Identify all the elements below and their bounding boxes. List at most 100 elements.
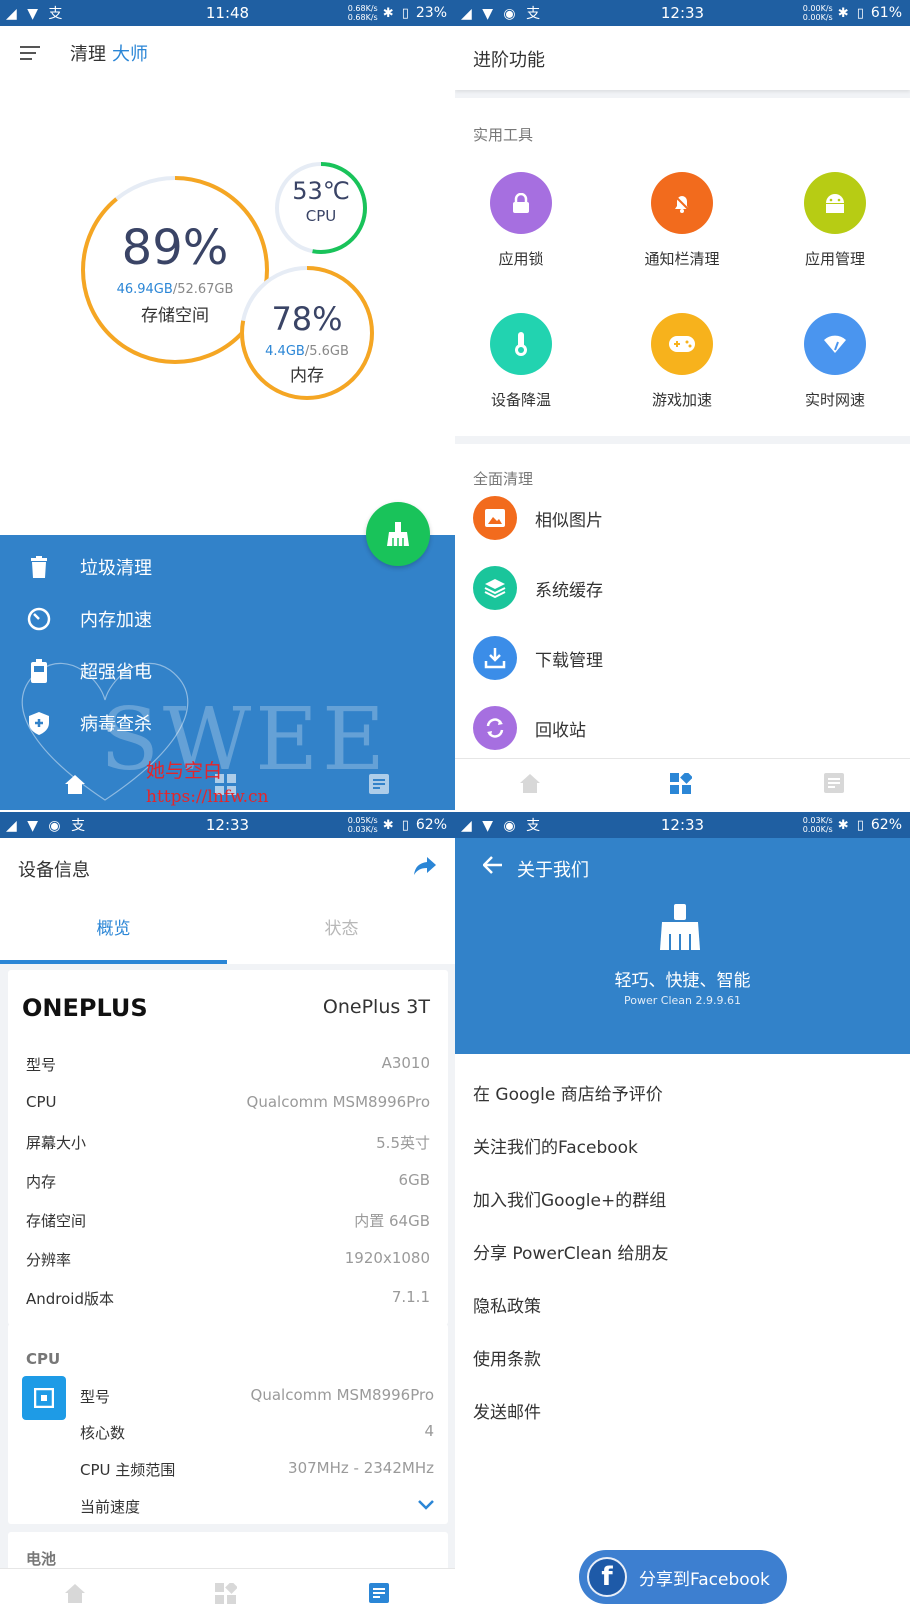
- app-title-accent: 大师: [112, 44, 148, 65]
- grid-icon[interactable]: [215, 1581, 238, 1609]
- status-bar: ◢ ▼ ◉ 支 12:33 0.03K/s 0.00K/s ✱ ▯ 62%: [455, 812, 910, 838]
- tool-game-boost[interactable]: 游戏加速: [607, 313, 757, 410]
- current-speed-row[interactable]: 当前速度: [80, 1496, 434, 1517]
- link-join-google-plus[interactable]: 加入我们Google+的群组: [473, 1186, 666, 1211]
- tool-notification-clean[interactable]: 通知栏清理: [607, 172, 757, 269]
- share-button-label: 分享到Facebook: [639, 1569, 770, 1590]
- clean-recycle-bin[interactable]: 回收站: [473, 706, 586, 750]
- app-version: Power Clean 2.9.9.61: [624, 994, 741, 1007]
- home-icon[interactable]: [64, 1583, 86, 1607]
- battery-card: 电池: [8, 1532, 448, 1572]
- share-icon[interactable]: [413, 856, 437, 880]
- menu-item-label: 垃圾清理: [80, 558, 152, 579]
- storage-gauge[interactable]: 89% 46.94GB/52.67GB 存储空间: [95, 220, 255, 326]
- about-header: 关于我们 轻巧、快捷、智能 Power Clean 2.9.9.61: [455, 838, 910, 1054]
- bottom-nav: [0, 1568, 455, 1620]
- tool-device-cooling[interactable]: 设备降温: [455, 313, 596, 410]
- grid-icon[interactable]: [670, 771, 693, 799]
- menu-item-label: 病毒查杀: [80, 714, 152, 735]
- menu-item-memory-boost[interactable]: 内存加速: [24, 604, 152, 634]
- spec-row: 分辨率 1920x1080: [26, 1249, 430, 1269]
- clean-item-label: 相似图片: [535, 510, 603, 531]
- broom-logo-icon: [658, 904, 702, 956]
- bottom-nav: [455, 758, 910, 810]
- network-speed: 0.68K/s 0.68K/s: [347, 4, 378, 22]
- storage-used: 46.94GB: [116, 282, 173, 297]
- page-title: 关于我们: [517, 860, 589, 881]
- tab-overview[interactable]: 概览: [0, 914, 227, 939]
- storage-total: /52.67GB: [172, 282, 234, 297]
- menu-item-label: 超强省电: [80, 662, 152, 683]
- tool-label: 通知栏清理: [644, 250, 720, 268]
- tool-label: 设备降温: [490, 391, 551, 409]
- menu-item-junk-clean[interactable]: 垃圾清理: [24, 552, 152, 582]
- memory-label: 内存: [290, 366, 324, 386]
- spec-row: 存储空间 内置 64GB: [26, 1212, 430, 1230]
- article-icon[interactable]: [824, 773, 844, 797]
- network-speed: 0.05K/s 0.03K/s: [347, 816, 378, 834]
- clean-section: 全面清理 相似图片 系统缓存 下载管理 回收站: [455, 444, 910, 760]
- menu-item-power-save[interactable]: 超强省电: [24, 656, 152, 686]
- android-icon: [804, 172, 866, 234]
- article-icon[interactable]: [369, 1583, 389, 1607]
- usage-gauges: 89% 46.94GB/52.67GB 存储空间 53℃ CPU 78% 4.4…: [0, 150, 455, 420]
- clean-fab-button[interactable]: [366, 502, 430, 566]
- menu-item-label: 内存加速: [80, 610, 152, 631]
- download-icon: [473, 636, 517, 680]
- tool-label: 实时网速: [804, 391, 865, 409]
- panel-home: ◢ ▼ 支 11:48 0.68K/s 0.68K/s ✱ ▯ 23% 清理 大师…: [0, 0, 455, 810]
- cpu-label: CPU: [305, 207, 337, 225]
- bluetooth-vibrate-icons: ✱ ▯: [382, 817, 411, 833]
- app-slogan: 轻巧、快捷、智能: [614, 971, 751, 991]
- app-title: 清理: [70, 44, 106, 65]
- spec-row: 内存 6GB: [26, 1171, 430, 1191]
- memory-gauge[interactable]: 78% 4.4GB/5.6GB 内存: [252, 300, 362, 386]
- memory-percent: 78%: [271, 300, 343, 338]
- back-arrow-icon[interactable]: [482, 856, 503, 878]
- memory-used: 4.4GB: [265, 344, 305, 359]
- chip-icon: [22, 1376, 66, 1420]
- clean-system-cache[interactable]: 系统缓存: [473, 566, 603, 610]
- clean-item-label: 系统缓存: [535, 580, 603, 601]
- cpu-gauge[interactable]: 53℃ CPU: [281, 177, 361, 225]
- menu-item-antivirus[interactable]: 病毒查杀: [24, 708, 152, 738]
- tab-status[interactable]: 状态: [228, 914, 455, 939]
- chevron-down-icon[interactable]: [418, 1496, 434, 1517]
- page-header: 设备信息 概览 状态: [0, 838, 455, 964]
- spec-row: 型号 A3010: [26, 1054, 430, 1074]
- device-brand: ONEPLUS: [22, 994, 148, 1022]
- battery-level: 61%: [870, 5, 902, 21]
- home-icon[interactable]: [519, 773, 541, 797]
- clean-similar-photos[interactable]: 相似图片: [473, 496, 603, 540]
- tool-network-speed[interactable]: 实时网速: [760, 313, 910, 410]
- section-title: 全面清理: [473, 470, 534, 488]
- battery-level: 23%: [415, 5, 447, 21]
- link-share-app[interactable]: 分享 PowerClean 给朋友: [473, 1239, 668, 1264]
- article-icon[interactable]: [369, 774, 389, 798]
- link-follow-facebook[interactable]: 关注我们的Facebook: [473, 1133, 638, 1158]
- facebook-icon: f: [587, 1557, 627, 1597]
- photo-icon: [473, 496, 517, 540]
- storage-label: 存储空间: [141, 306, 209, 326]
- cpu-spec-row: 型号 Qualcomm MSM8996Pro: [80, 1386, 434, 1406]
- share-facebook-button[interactable]: f 分享到Facebook: [579, 1550, 787, 1604]
- link-rate-google-play[interactable]: 在 Google 商店给予评价: [473, 1080, 663, 1105]
- thermometer-icon: [490, 313, 552, 375]
- home-icon[interactable]: [64, 774, 86, 798]
- link-send-email[interactable]: 发送邮件: [473, 1398, 541, 1423]
- tool-label: 应用管理: [804, 250, 865, 268]
- bell-off-icon: [651, 172, 713, 234]
- shield-plus-icon: [24, 708, 54, 738]
- card-title: 电池: [26, 1550, 57, 1568]
- link-terms-of-use[interactable]: 使用条款: [473, 1345, 541, 1370]
- panel-device-info: ◢ ▼ ◉ 支 12:33 0.05K/s 0.03K/s ✱ ▯ 62% 设备信…: [0, 812, 455, 1620]
- bluetooth-vibrate-icons: ✱ ▯: [382, 5, 411, 21]
- tool-app-manager[interactable]: 应用管理: [760, 172, 910, 269]
- link-privacy-policy[interactable]: 隐私政策: [473, 1292, 541, 1317]
- bluetooth-vibrate-icons: ✱ ▯: [837, 5, 866, 21]
- page-header: 进阶功能: [455, 26, 910, 90]
- tool-app-lock[interactable]: 应用锁: [455, 172, 596, 269]
- lock-icon: [490, 172, 552, 234]
- clean-download-manager[interactable]: 下载管理: [473, 636, 603, 680]
- hamburger-menu-icon[interactable]: [20, 46, 40, 60]
